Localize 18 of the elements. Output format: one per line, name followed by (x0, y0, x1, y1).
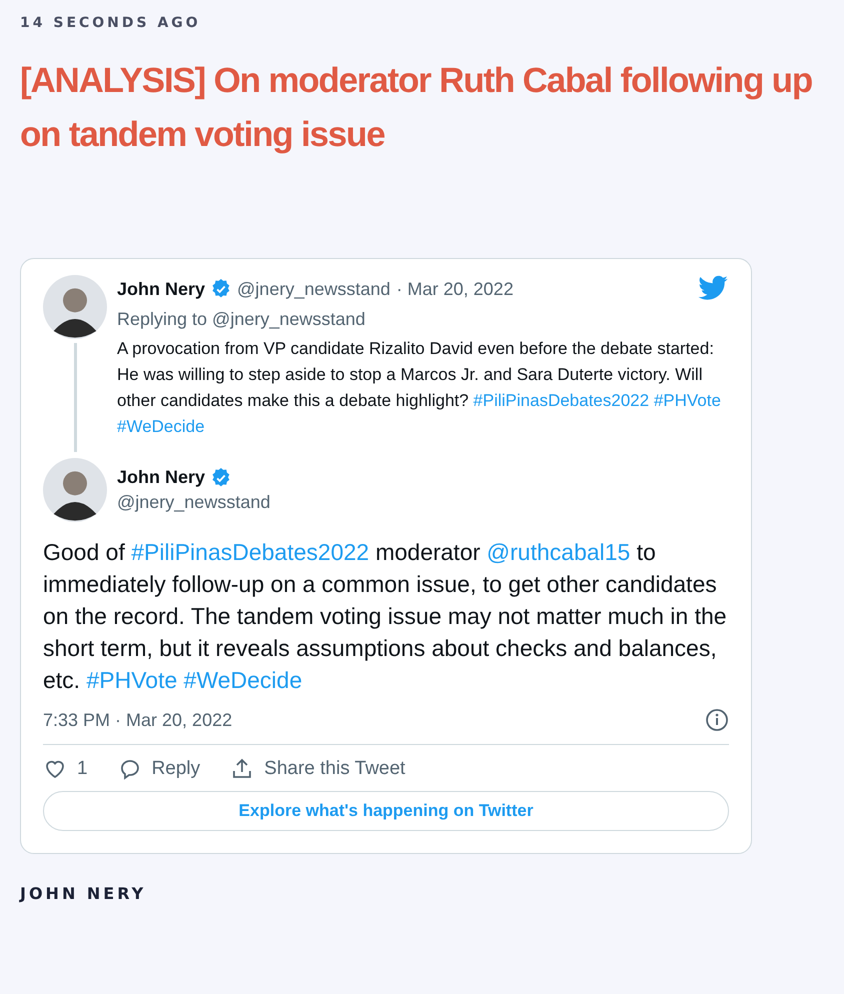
avatar[interactable] (43, 458, 107, 522)
tweet-date[interactable]: · Mar 20, 2022 (396, 278, 514, 300)
author-byline[interactable]: JOHN NERY (20, 884, 146, 903)
share-button[interactable]: Share this Tweet (230, 757, 406, 781)
author-name[interactable]: John Nery (117, 467, 206, 488)
author-name[interactable]: John Nery (117, 278, 206, 300)
reply-button[interactable]: Reply (118, 757, 200, 781)
tweet-text: A provocation from VP candidate Rizalito David even before the debate started: He was willing to step aside to stop a Marcos Jr. and Sara Duterte victory. Will other candidates make this a debate highlight? #PiliPinasDebates2022 #PHVote #WeDecide (117, 338, 722, 438)
timestamp: 14 SECONDS AGO (20, 15, 201, 31)
replying-to: Replying to @jnery_newsstand (117, 309, 366, 330)
headline[interactable]: [ANALYSIS] On moderator Ruth Cabal following up on tandem voting issue (20, 54, 824, 162)
info-icon[interactable] (705, 708, 729, 732)
author-handle[interactable]: @jnery_newsstand (237, 278, 390, 300)
tweet-text: Good of #PiliPinasDebates2022 moderator @ruthcabal15 to immediately follow-up on a common issue, to get other candidates on the record. The tandem voting issue may not matter much in the short term, but it reveals assumptions about checks and balances, etc. #PHVote #WeDecide (43, 538, 728, 695)
avatar[interactable] (43, 275, 107, 339)
like-button[interactable]: 1 (43, 757, 88, 781)
tweet-time[interactable]: 7:33 PM · Mar 20, 2022 (43, 710, 232, 730)
author-handle[interactable]: @jnery_newsstand (117, 492, 270, 513)
